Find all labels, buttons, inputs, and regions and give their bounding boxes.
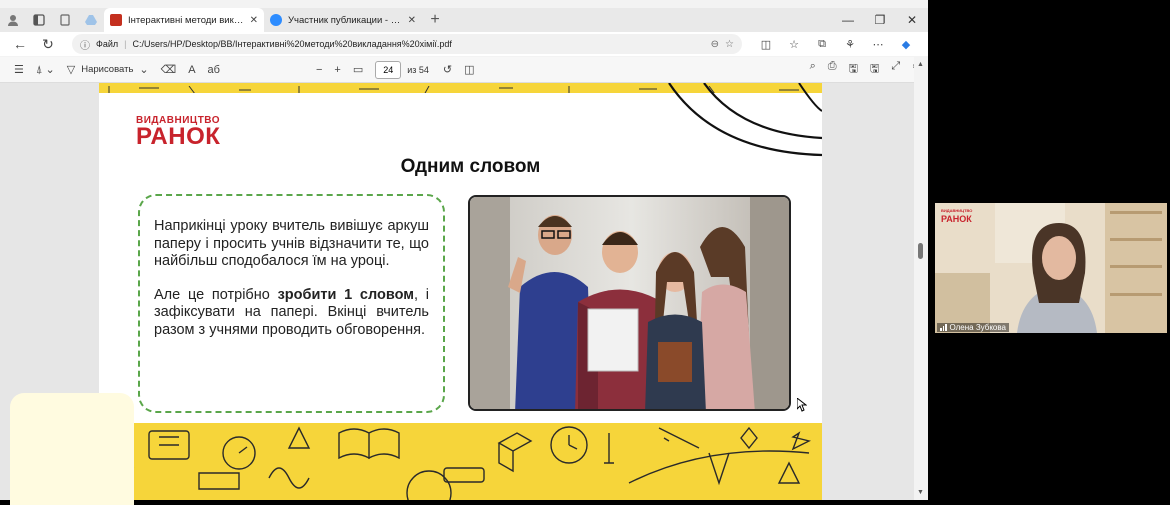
minimize-button[interactable]: — [832,13,864,27]
pdf-toolbar: ☰ ⍋ ⌄ ▽ Нарисовать ⌄ ⌫ A аб − + ▭ из 54 … [0,57,928,83]
paragraph-2-bold: зробити 1 словом [277,286,414,303]
favorites-icon[interactable]: ☆ [782,38,806,51]
draw-icon[interactable]: ▽ [61,63,81,76]
page-number-input[interactable] [375,60,402,79]
draw-button[interactable]: Нарисовать [81,64,133,75]
background-logo-big: РАНОК [941,214,972,224]
zoom-out-icon[interactable]: − [310,64,328,76]
page-count: из 54 [407,64,429,75]
mouse-cursor-icon [797,398,807,412]
tab-label: Участник публикации - Zoom [288,14,402,26]
profile-icon[interactable] [0,8,26,32]
url-text: C:/Users/HP/Desktop/BB/Інтерактивні%20ме… [132,39,452,49]
sticky-note [10,393,134,505]
paragraph-2: Але це потрібно зробити 1 словом, і зафі… [154,287,429,340]
window-controls: — ❐ ✕ [832,13,928,27]
browser-window: Інтерактивні методи викладання хімії.pdf… [0,0,928,500]
paragraph-1: Наприкінці уроку вчитель вивішує аркуш п… [154,218,429,269]
screen: Інтерактивні методи викладання хімії.pdf… [0,0,1170,505]
read-aloud-button[interactable]: аб [202,64,226,76]
tab-actions-icon[interactable] [52,8,78,32]
signal-icon [940,324,947,331]
copilot-icon[interactable]: ◆ [894,38,918,51]
doodle-band-bottom [99,423,822,500]
browser-toolbar: ◫ ☆ ⧉ ⚘ ⋯ ◆ [754,38,918,51]
info-icon[interactable]: ⓘ [80,37,90,52]
participant-name: Олена Зубкова [949,323,1007,332]
tab-pdf[interactable]: Інтерактивні методи викладання хімії.pdf… [104,8,264,32]
text-size-button[interactable]: A [182,64,201,76]
fullscreen-icon[interactable]: ⤢ [885,60,906,79]
scroll-up-icon[interactable]: ▲ [917,61,924,68]
close-window-button[interactable]: ✕ [896,13,928,27]
page-view-icon[interactable]: ◫ [458,63,480,76]
drive-icon[interactable] [78,8,104,32]
restore-button[interactable]: ❐ [864,13,896,27]
refresh-button[interactable]: ↻ [36,36,60,53]
publisher-big: РАНОК [136,123,221,150]
eraser-icon[interactable]: ⌫ [155,63,183,76]
vertical-scrollbar[interactable]: ▲ ▼ [914,57,928,500]
slide-title: Одним словом [400,156,541,177]
collections-icon[interactable]: ⧉ [810,38,834,51]
back-button[interactable]: ← [8,36,32,52]
new-tab-button[interactable]: + [422,8,448,32]
zoom-icon [270,14,282,26]
paragraph-2-pre: Але це потрібно [154,286,278,303]
url-field[interactable]: ⓘ Файл | C:/Users/HP/Desktop/BB/Інтеракт… [72,34,742,54]
highlight-icon[interactable]: ⍋ ⌄ [30,63,61,77]
url-separator: | [124,39,127,49]
pdf-icon [110,14,122,26]
publisher-logo: ВИДАВНИЦТВО РАНОК [136,115,236,150]
draw-dropdown-icon[interactable]: ⌄ [133,63,154,76]
scheme-label: Файл [96,39,119,49]
pdf-page: ВИДАВНИЦТВО РАНОК Одним словом Наприкінц… [99,83,822,500]
students-photo [468,195,791,411]
tab-label: Інтерактивні методи викладання хімії.pdf [128,14,244,26]
save-as-icon[interactable]: 🖫 [864,60,885,79]
search-icon[interactable]: ⌕ [804,60,822,79]
pdf-viewer[interactable]: ВИДАВНИЦТВО РАНОК Одним словом Наприкінц… [0,83,914,500]
contents-icon[interactable]: ☰ [8,63,30,76]
tab-zoom[interactable]: Участник публикации - Zoom ✕ [264,8,422,32]
extensions-icon[interactable]: ⚘ [838,38,862,51]
save-icon[interactable]: 🖫 [843,60,864,79]
participant-video[interactable]: ВИДАВНИЦТВО РАНОК Олена Зубкова [935,203,1167,333]
tab-bar: Інтерактивні методи викладання хімії.pdf… [0,8,928,32]
text-box: Наприкінці уроку вчитель вивішує аркуш п… [138,194,445,413]
print-icon[interactable]: ⎙ [822,60,843,79]
rotate-icon[interactable]: ↺ [437,63,458,76]
workspaces-icon[interactable] [26,8,52,32]
close-icon[interactable]: ✕ [408,15,416,26]
split-screen-icon[interactable]: ◫ [754,38,778,51]
pdf-toolbar-right: ⌕ ⎙ 🖫 🖫 ⤢ ⚙ [804,60,928,79]
favorite-star-icon[interactable]: ☆ [725,39,734,50]
scrollbar-thumb[interactable] [918,243,923,259]
participant-name-tag: Олена Зубкова [937,323,1009,332]
background-logo: ВИДАВНИЦТВО РАНОК [941,207,972,224]
scroll-down-icon[interactable]: ▼ [917,489,924,496]
fit-page-icon[interactable]: ▭ [347,63,369,76]
zoom-icon[interactable]: ⊖ [711,39,719,50]
close-icon[interactable]: ✕ [250,15,258,26]
more-icon[interactable]: ⋯ [866,38,890,51]
address-bar: ← ↻ ⓘ Файл | C:/Users/HP/Desktop/BB/Інте… [0,32,928,56]
zoom-in-icon[interactable]: + [328,64,346,76]
decorative-arcs [668,83,822,157]
